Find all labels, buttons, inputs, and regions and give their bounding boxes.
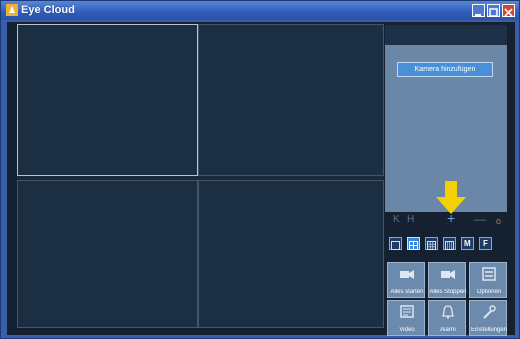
alarm-label: Alarm — [440, 327, 456, 333]
camera-view-2[interactable] — [198, 24, 384, 176]
next-button[interactable]: H — [407, 213, 414, 227]
start-all-label: Alles starten — [390, 289, 424, 295]
app-window: Eye Cloud Kamera hinzufügen K H + — o M … — [0, 0, 520, 339]
layout-f-button[interactable]: F — [479, 237, 492, 250]
close-button[interactable] — [502, 4, 515, 17]
options-button[interactable]: Optionen — [469, 262, 507, 298]
minimize-button[interactable] — [472, 4, 485, 17]
window-controls — [472, 4, 515, 17]
sixteen-view-icon — [445, 241, 454, 250]
window-title: Eye Cloud — [21, 4, 75, 16]
camera-view-4[interactable] — [198, 180, 384, 328]
camera-icon — [400, 270, 414, 279]
options-icon — [482, 267, 496, 281]
action-tiles: Alles starten Alles Stoppen Optionen Vid… — [387, 262, 507, 336]
layout-f-label: F — [483, 239, 488, 248]
video-button[interactable]: Video — [387, 300, 425, 336]
layout-m-label: M — [464, 239, 471, 248]
camera-grid — [17, 24, 384, 328]
single-view-icon — [391, 241, 400, 250]
options-label: Optionen — [476, 289, 502, 295]
nine-view-icon — [427, 241, 436, 250]
remove-button[interactable]: — — [474, 212, 486, 226]
stop-all-label: Alles Stoppen — [429, 289, 467, 295]
layout-nine-button[interactable] — [425, 237, 438, 250]
layout-m-button[interactable]: M — [461, 237, 474, 250]
layout-single-button[interactable] — [389, 237, 402, 250]
title-bar[interactable]: Eye Cloud — [1, 1, 519, 20]
restore-button[interactable] — [487, 4, 500, 17]
down-arrow-icon — [436, 181, 466, 214]
layout-selector: M F — [389, 237, 507, 251]
stop-all-button[interactable]: Alles Stoppen — [428, 262, 467, 298]
settings-button[interactable]: Einstellungen — [469, 300, 507, 336]
app-logo-icon — [6, 4, 18, 16]
video-label: Video — [399, 327, 415, 333]
refresh-button[interactable]: o — [496, 214, 501, 228]
layout-quad-button[interactable] — [407, 237, 420, 250]
add-camera-button[interactable]: Kamera hinzufügen — [397, 62, 493, 77]
bell-icon — [442, 305, 454, 319]
close-icon — [504, 8, 513, 17]
previous-button[interactable]: K — [393, 213, 400, 227]
camera-icon — [441, 270, 455, 279]
start-all-button[interactable]: Alles starten — [387, 262, 425, 298]
minimize-icon — [475, 14, 481, 16]
restore-icon — [489, 8, 498, 17]
camera-view-3[interactable] — [17, 180, 198, 328]
wrench-icon — [483, 305, 496, 319]
video-icon — [400, 305, 414, 318]
settings-label: Einstellungen — [470, 327, 508, 333]
quad-view-icon — [409, 241, 418, 250]
camera-view-1[interactable] — [17, 24, 198, 176]
alarm-button[interactable]: Alarm — [428, 300, 466, 336]
panel-header — [385, 25, 507, 45]
layout-sixteen-button[interactable] — [443, 237, 456, 250]
